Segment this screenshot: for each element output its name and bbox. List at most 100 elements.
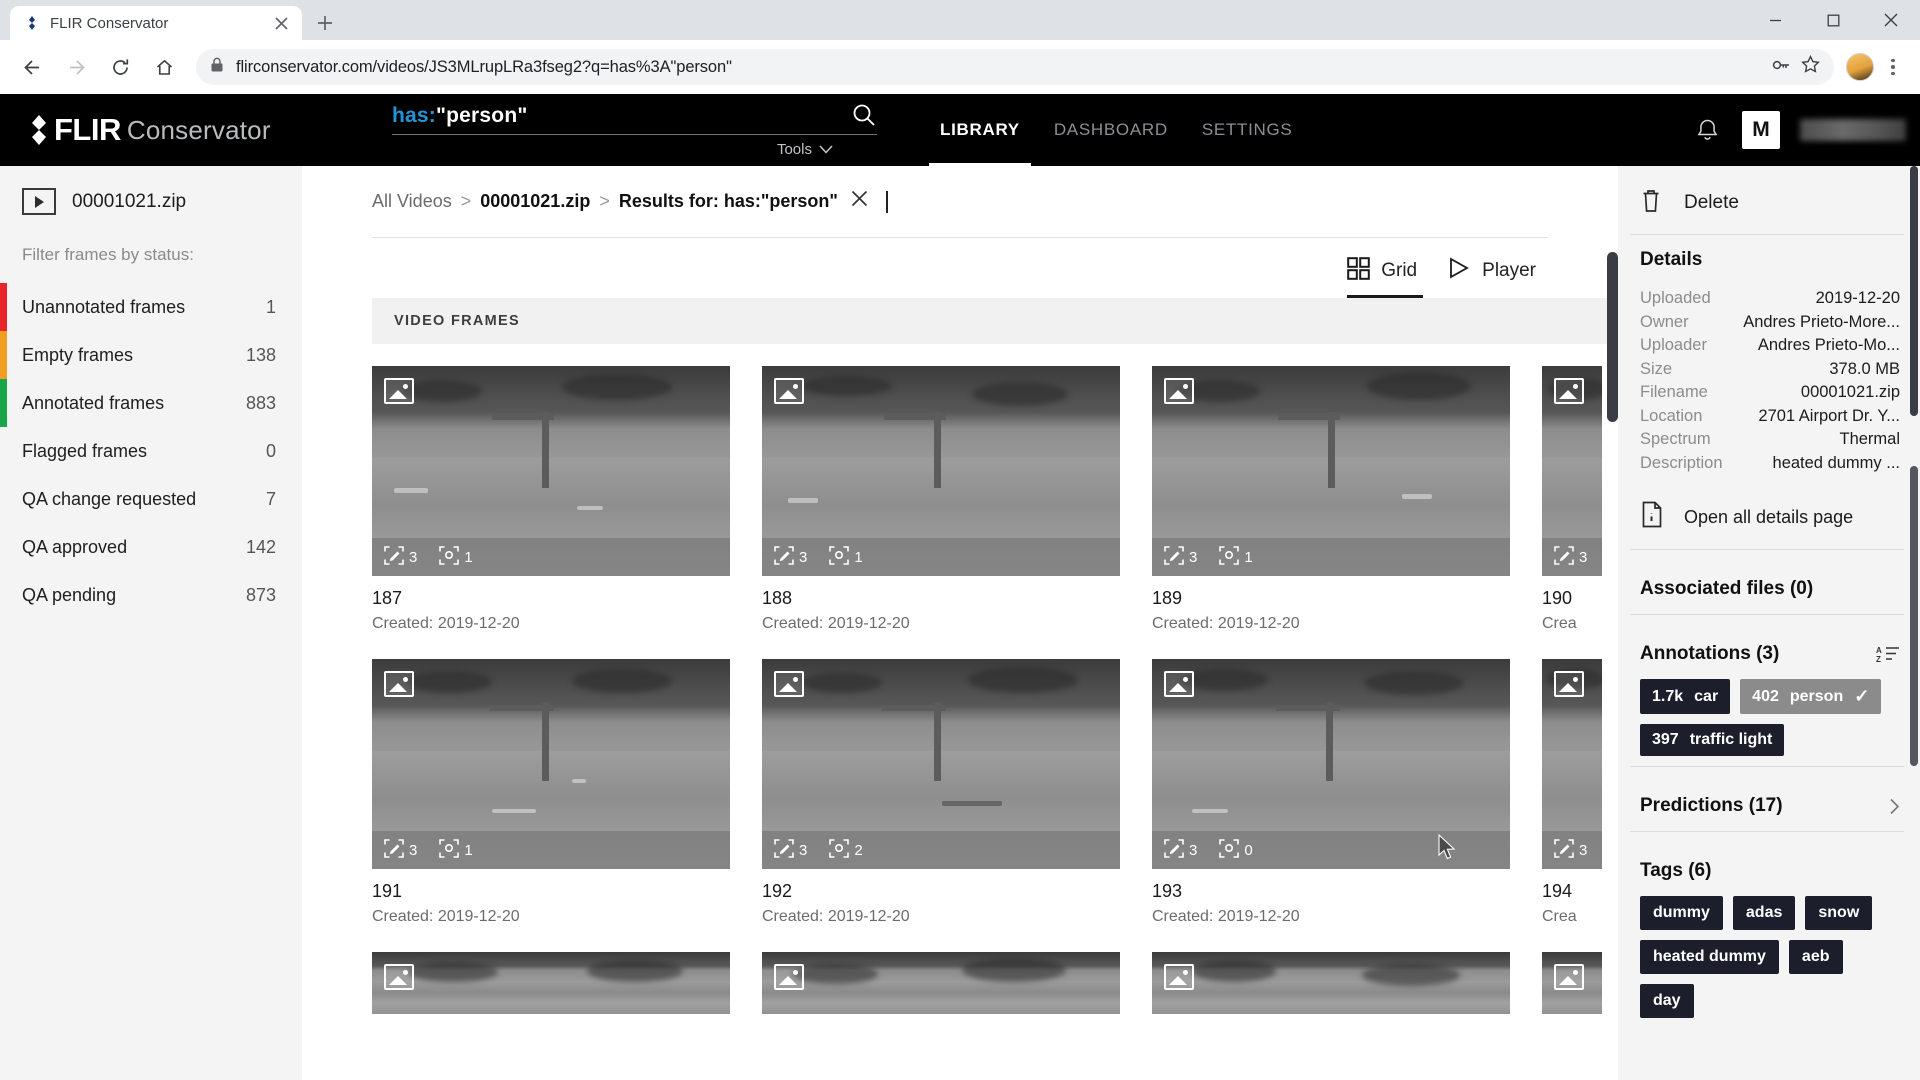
frame-thumbnail[interactable]: 3 1 xyxy=(372,366,730,576)
status-bar-green xyxy=(0,379,7,427)
section-label: VIDEO FRAMES xyxy=(394,313,520,329)
annotation-chip-car[interactable]: 1.7k car xyxy=(1640,679,1731,714)
chevron-down-icon[interactable] xyxy=(819,141,833,158)
window-close-icon[interactable] xyxy=(1862,0,1920,40)
annotation-chip-traffic-light[interactable]: 397 traffic light xyxy=(1640,724,1785,756)
panel-scrollbar-thumb-lower[interactable] xyxy=(1910,466,1918,766)
maximize-icon[interactable] xyxy=(1804,0,1862,40)
sidebar-video-item[interactable]: 00001021.zip xyxy=(0,188,302,215)
tag-chip-aeb[interactable]: aeb xyxy=(1788,940,1843,974)
sidebar-filter-qa-pending[interactable]: QA pending 873 xyxy=(0,571,302,619)
mouse-cursor xyxy=(1438,833,1458,862)
bell-icon[interactable] xyxy=(1692,115,1722,145)
sort-az-icon[interactable]: A Z xyxy=(1876,644,1900,664)
sidebar-filter-annotated-frames[interactable]: Annotated frames 883 xyxy=(0,379,302,427)
browser-profile-avatar[interactable] xyxy=(1846,53,1874,81)
frame-thumbnail[interactable]: 3 1 xyxy=(372,659,730,869)
tag-chip-heated-dummy[interactable]: heated dummy xyxy=(1640,940,1779,974)
forward-button[interactable] xyxy=(56,47,96,87)
frame-card[interactable]: 3 1 187 Created: 2019-12-20 xyxy=(372,366,730,633)
frame-card[interactable] xyxy=(372,952,730,1014)
annotation-count-value: 3 xyxy=(409,841,418,859)
associated-files-heading[interactable]: Associated files (0) xyxy=(1630,564,1904,614)
frame-thumbnail[interactable]: 3 xyxy=(1542,366,1602,576)
tab-player[interactable]: Player xyxy=(1447,256,1536,298)
prediction-count: 0 xyxy=(1219,838,1253,862)
tag-chip-snow[interactable]: snow xyxy=(1805,896,1873,930)
breadcrumb-clear-icon[interactable] xyxy=(851,190,868,213)
tab-close-icon[interactable] xyxy=(270,12,292,34)
frame-card[interactable]: 3 1 191 Created: 2019-12-20 xyxy=(372,659,730,926)
minimize-icon[interactable] xyxy=(1746,0,1804,40)
main-vertical-scrollbar-thumb[interactable] xyxy=(1607,252,1618,422)
open-all-details-button[interactable]: Open all details page xyxy=(1630,491,1904,549)
frame-stats: 3 2 xyxy=(762,831,1120,869)
frame-card[interactable]: 3 0 193 Created: 2019-12-20 xyxy=(1152,659,1510,926)
sidebar-filter-empty-frames[interactable]: Empty frames 138 xyxy=(0,331,302,379)
app-brand[interactable]: FLIR Conservator xyxy=(22,112,392,148)
annotation-chip-person[interactable]: 402 person ✓ xyxy=(1740,679,1882,714)
star-icon[interactable] xyxy=(1801,54,1820,79)
global-search[interactable]: has:"person" Tools xyxy=(392,102,877,158)
detail-value: 00001021.zip xyxy=(1800,383,1900,401)
annotation-count-value: 3 xyxy=(1579,841,1588,859)
panel-scrollbar-thumb-upper[interactable] xyxy=(1910,166,1918,416)
detail-key: Owner xyxy=(1640,312,1689,331)
breadcrumb: All Videos > 00001021.zip > Results for:… xyxy=(302,166,1618,213)
detail-key: Filename xyxy=(1640,383,1708,401)
tag-chip-adas[interactable]: adas xyxy=(1732,896,1796,930)
frame-thumbnail[interactable]: 3 1 xyxy=(762,366,1120,576)
prediction-count: 1 xyxy=(1219,545,1253,569)
frame-thumbnail[interactable] xyxy=(1542,952,1602,1014)
frame-thumbnail[interactable]: 3 xyxy=(1542,659,1602,869)
predictions-heading[interactable]: Predictions (17) xyxy=(1630,781,1904,831)
tab-grid[interactable]: Grid xyxy=(1347,256,1424,298)
frame-id: 194 xyxy=(1542,881,1573,901)
frame-thumbnail[interactable]: 3 1 xyxy=(1152,366,1510,576)
nav-item-settings[interactable]: SETTINGS xyxy=(1185,94,1310,166)
frame-card[interactable] xyxy=(1152,952,1510,1014)
back-button[interactable] xyxy=(12,47,52,87)
home-button[interactable] xyxy=(144,47,184,87)
tag-chip-day[interactable]: day xyxy=(1640,984,1694,1018)
nav-item-library[interactable]: LIBRARY xyxy=(923,94,1037,166)
frame-card[interactable]: 3 190 Crea xyxy=(1542,366,1602,633)
sidebar-filter-qa-change-requested[interactable]: QA change requested 7 xyxy=(0,475,302,523)
tag-chip-dummy[interactable]: dummy xyxy=(1640,896,1723,930)
user-avatar[interactable]: M xyxy=(1742,111,1780,149)
sidebar-filter-qa-approved[interactable]: QA approved 142 xyxy=(0,523,302,571)
browser-tab[interactable]: FLIR Conservator xyxy=(10,6,302,40)
kebab-menu-icon[interactable] xyxy=(1878,52,1908,82)
breadcrumb-all-videos[interactable]: All Videos xyxy=(372,191,452,212)
password-key-icon[interactable] xyxy=(1771,55,1791,80)
address-bar[interactable]: flirconservator.com/videos/JS3MLrupLRa3f… xyxy=(196,49,1834,85)
frame-thumbnail[interactable] xyxy=(1152,952,1510,1014)
sidebar-filter-flagged-frames[interactable]: Flagged frames 0 xyxy=(0,427,302,475)
frame-thumbnail[interactable] xyxy=(372,952,730,1014)
breadcrumb-file[interactable]: 00001021.zip xyxy=(480,191,590,212)
frame-card[interactable]: 3 1 188 Created: 2019-12-20 xyxy=(762,366,1120,633)
reload-button[interactable] xyxy=(100,47,140,87)
frame-card[interactable]: 3 194 Crea xyxy=(1542,659,1602,926)
prediction-box-icon xyxy=(439,545,460,569)
new-tab-button[interactable] xyxy=(308,6,342,40)
image-icon xyxy=(384,964,414,990)
frame-card[interactable] xyxy=(1542,952,1602,1014)
image-icon xyxy=(774,378,804,404)
frame-thumbnail[interactable]: 3 2 xyxy=(762,659,1120,869)
search-icon[interactable] xyxy=(851,102,877,128)
browser-chrome: FLIR Conservator flirconservator.com/vid… xyxy=(0,0,1920,94)
image-icon xyxy=(774,964,804,990)
tab-player-label: Player xyxy=(1482,260,1536,281)
delete-button[interactable]: Delete xyxy=(1630,188,1904,234)
annotations-heading: Annotations (3) A Z xyxy=(1630,629,1904,679)
frame-card[interactable] xyxy=(762,952,1120,1014)
document-info-icon xyxy=(1640,501,1664,533)
nav-item-dashboard[interactable]: DASHBOARD xyxy=(1037,94,1185,166)
frame-card[interactable]: 3 1 189 Created: 2019-12-20 xyxy=(1152,366,1510,633)
frame-card[interactable]: 3 2 192 Created: 2019-12-20 xyxy=(762,659,1120,926)
sidebar-filter-unannotated-frames[interactable]: Unannotated frames 1 xyxy=(0,283,302,331)
chevron-right-icon[interactable] xyxy=(1889,798,1900,815)
tools-row[interactable]: Tools xyxy=(392,135,877,158)
frame-thumbnail[interactable] xyxy=(762,952,1120,1014)
